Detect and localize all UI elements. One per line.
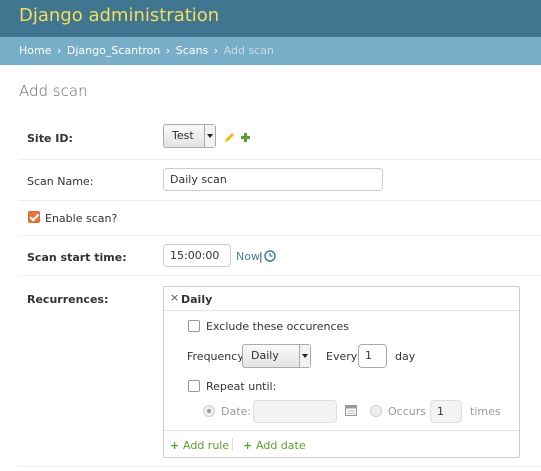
site-select[interactable]: Test xyxy=(163,124,216,148)
plus-icon: + xyxy=(170,439,180,452)
site-label: Site ID: xyxy=(27,132,73,145)
header-bar: Django administration xyxy=(0,0,541,37)
frequency-select-value: Daily xyxy=(251,349,279,362)
scan-name-label: Scan Name: xyxy=(27,175,94,188)
breadcrumb-separator: › xyxy=(213,44,219,57)
repeat-until-label: Repeat until: xyxy=(206,380,277,393)
form-row-scan-name: Scan Name: Daily scan xyxy=(19,160,541,201)
add-rule-link[interactable]: Add rule xyxy=(183,439,229,452)
clock-icon[interactable] xyxy=(264,250,276,262)
occurs-count-input[interactable]: 1 xyxy=(430,400,462,423)
start-time-label: Scan start time: xyxy=(27,251,127,264)
recurrence-widget: × Daily Exclude these occurences Frequen… xyxy=(163,286,520,458)
form-row-enable-scan: Enable scan? xyxy=(19,201,541,236)
breadcrumb-separator: › xyxy=(165,44,171,57)
scan-name-input[interactable]: Daily scan xyxy=(163,168,383,191)
pencil-icon[interactable] xyxy=(224,132,235,143)
every-label: Every xyxy=(326,350,358,363)
enable-scan-label: Enable scan? xyxy=(45,212,118,225)
plus-icon[interactable] xyxy=(240,132,251,143)
recurrence-rule-name[interactable]: Daily xyxy=(181,293,212,306)
add-date-link[interactable]: Add date xyxy=(256,439,306,452)
frequency-select[interactable]: Daily xyxy=(242,344,311,368)
breadcrumb-model[interactable]: Scans xyxy=(176,44,208,57)
exclude-label: Exclude these occurences xyxy=(206,320,349,333)
plus-icon: + xyxy=(243,439,253,452)
frequency-label: Frequency: xyxy=(187,350,247,363)
breadcrumb-app[interactable]: Django_Scantron xyxy=(67,44,161,57)
recurrence-rule-header: × Daily xyxy=(164,287,519,311)
form-row-start-time: Scan start time: 15:00:00 Now | xyxy=(19,236,541,276)
until-date-input[interactable] xyxy=(253,400,337,423)
until-date-radio[interactable] xyxy=(203,405,215,417)
interval-input[interactable]: 1 xyxy=(358,344,387,368)
times-label: times xyxy=(470,405,501,418)
occurs-label: Occurs xyxy=(388,405,426,418)
repeat-until-checkbox[interactable] xyxy=(188,380,200,392)
breadcrumb-home[interactable]: Home xyxy=(19,44,51,57)
enable-scan-checkbox[interactable] xyxy=(28,211,40,223)
page-title: Add scan xyxy=(19,82,88,100)
now-separator: | xyxy=(259,250,263,263)
chevron-down-icon xyxy=(299,345,310,367)
calendar-icon[interactable] xyxy=(345,405,357,416)
form-row-site: Site ID: Test xyxy=(19,118,541,160)
recurrences-label: Recurrences: xyxy=(27,293,109,306)
recurrence-footer: + Add rule + Add date xyxy=(164,430,519,458)
site-title[interactable]: Django administration xyxy=(19,5,219,26)
occurs-radio[interactable] xyxy=(370,405,382,417)
start-time-input[interactable]: 15:00:00 xyxy=(163,244,231,267)
close-icon[interactable]: × xyxy=(170,291,179,304)
breadcrumb-current: Add scan xyxy=(223,44,274,57)
breadcrumb: Home › Django_Scantron › Scans › Add sca… xyxy=(0,37,541,65)
chevron-down-icon xyxy=(204,125,215,147)
until-date-label: Date: xyxy=(221,405,251,418)
interval-unit-label: day xyxy=(395,350,416,363)
exclude-checkbox[interactable] xyxy=(188,320,200,332)
site-select-value: Test xyxy=(172,129,194,142)
now-link[interactable]: Now xyxy=(236,250,260,263)
breadcrumb-separator: › xyxy=(56,44,62,57)
footer-divider xyxy=(232,438,233,451)
